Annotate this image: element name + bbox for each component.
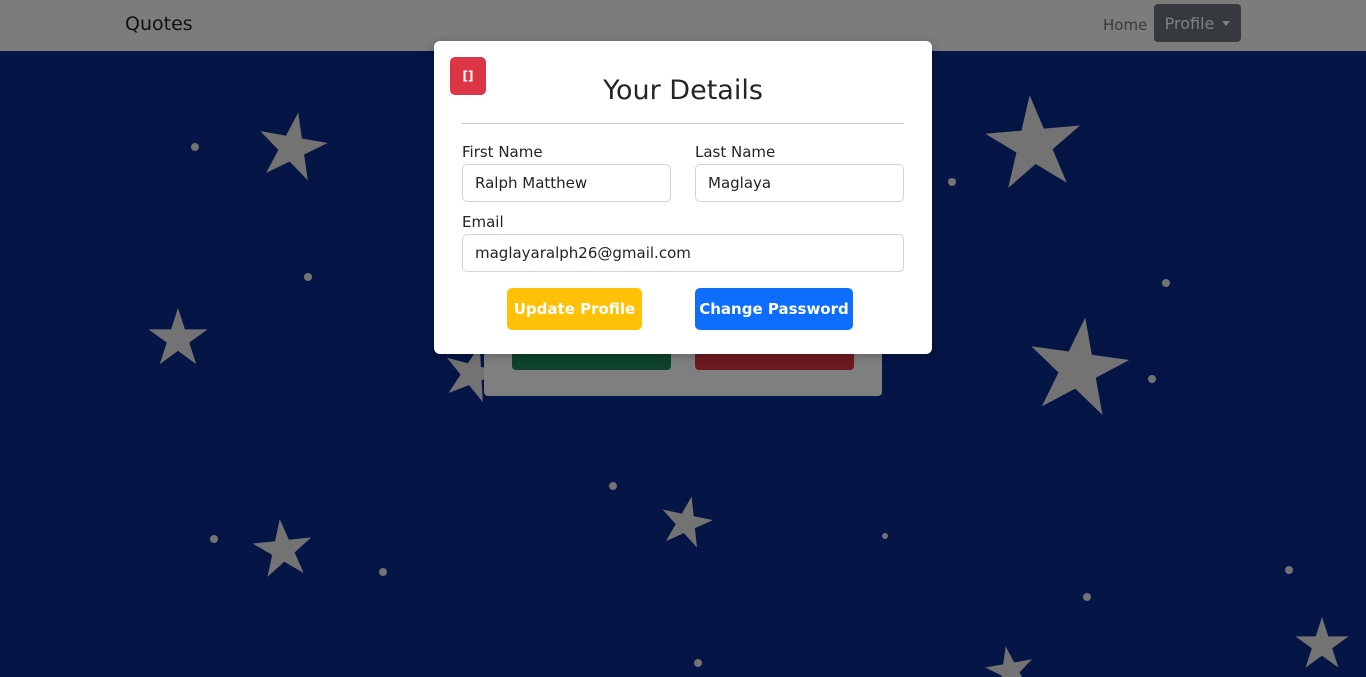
modal-title: Your Details: [603, 75, 763, 106]
divider: [462, 123, 904, 124]
email-label: Email: [462, 213, 504, 231]
last-name-field[interactable]: Maglaya: [695, 164, 904, 202]
update-profile-button[interactable]: Update Profile: [507, 288, 642, 330]
your-details-modal: [] Your Details First Name Ralph Matthew…: [434, 41, 932, 354]
first-name-field[interactable]: Ralph Matthew: [462, 164, 671, 202]
email-field[interactable]: maglayaralph26@gmail.com: [462, 234, 904, 272]
first-name-label: First Name: [462, 143, 543, 161]
last-name-label: Last Name: [695, 143, 776, 161]
change-password-button[interactable]: Change Password: [695, 288, 853, 330]
